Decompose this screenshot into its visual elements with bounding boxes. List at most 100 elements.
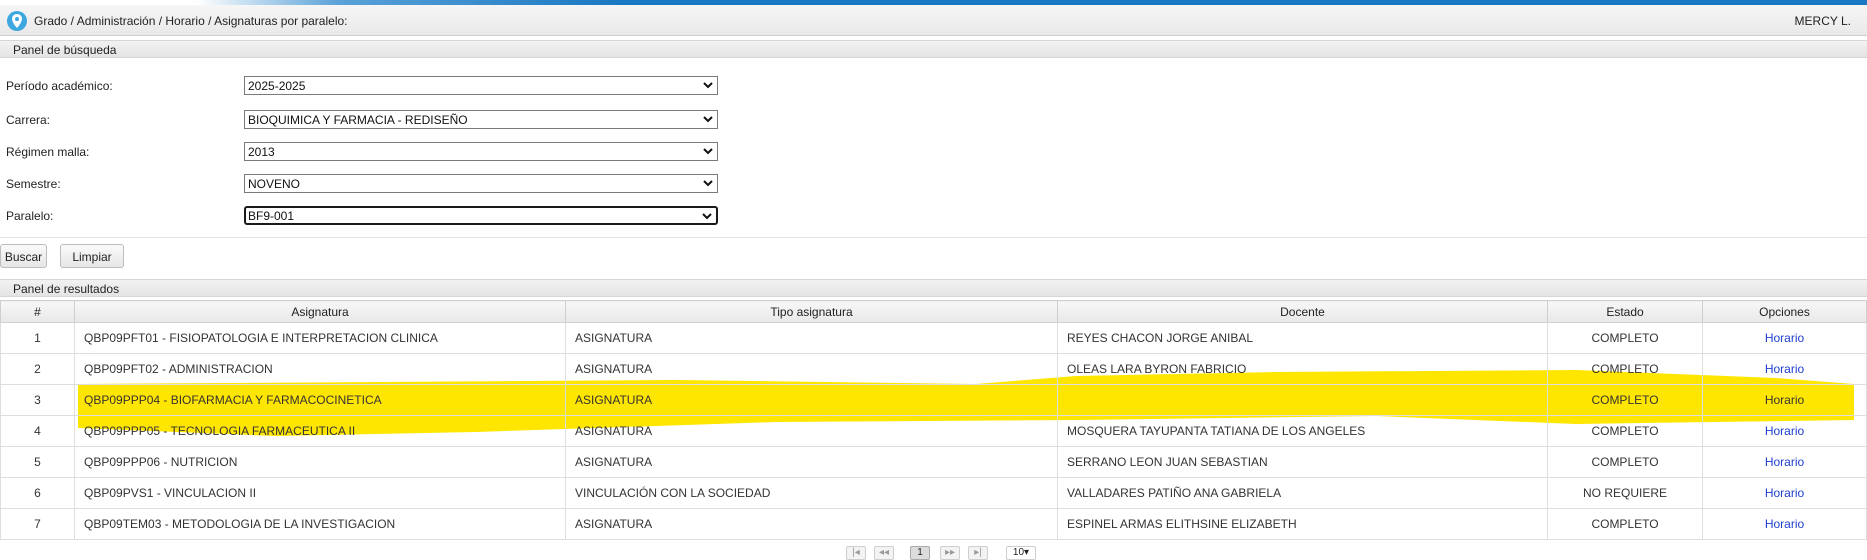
- asignatura-cell: QBP09PPP06 - NUTRICION: [74, 446, 566, 478]
- periodo-select[interactable]: 2025-2025: [244, 76, 718, 95]
- field-periodo: Período académico: 2025-2025: [0, 76, 740, 98]
- estado-cell: COMPLETO: [1547, 508, 1703, 540]
- row-number: 5: [0, 446, 75, 478]
- field-regimen: Régimen malla: 2013: [0, 142, 740, 164]
- field-label: Semestre:: [6, 177, 61, 191]
- table-header-row: # Asignatura Tipo asignatura Docente Est…: [0, 300, 1867, 323]
- select-value: 2013: [248, 145, 275, 159]
- column-header[interactable]: Docente: [1057, 300, 1548, 323]
- paralelo-select[interactable]: BF9-001: [244, 206, 718, 225]
- chevron-down-icon: [703, 82, 713, 89]
- horario-link[interactable]: Horario: [1765, 362, 1804, 376]
- horario-link[interactable]: Horario: [1765, 486, 1804, 500]
- select-value: BIOQUIMICA Y FARMACIA - REDISEÑO: [248, 113, 468, 127]
- docente-cell: SERRANO LEON JUAN SEBASTIAN: [1057, 446, 1548, 478]
- select-value: BF9-001: [248, 209, 295, 223]
- horario-link[interactable]: Horario: [1765, 517, 1804, 531]
- field-label: Período académico:: [6, 79, 113, 93]
- table-row: 3 QBP09PPP04 - BIOFARMACIA Y FARMACOCINE…: [0, 384, 1867, 416]
- estado-cell: COMPLETO: [1547, 446, 1703, 478]
- docente-cell: OLEAS LARA BYRON FABRICIO: [1057, 353, 1548, 385]
- breadcrumb: Grado / Administración / Horario / Asign…: [34, 14, 348, 28]
- breadcrumb-bar: Grado / Administración / Horario / Asign…: [0, 5, 1867, 36]
- horario-link[interactable]: Horario: [1765, 393, 1804, 407]
- semestre-select[interactable]: NOVENO: [244, 174, 718, 193]
- row-number: 2: [0, 353, 75, 385]
- chevron-down-icon: [703, 116, 713, 123]
- field-semestre: Semestre: NOVENO: [0, 174, 740, 196]
- chevron-down-icon: [703, 180, 713, 187]
- select-value: NOVENO: [248, 177, 301, 191]
- user-name[interactable]: MERCY L.: [1795, 14, 1851, 28]
- tipo-cell: ASIGNATURA: [565, 508, 1058, 540]
- prev-page-icon[interactable]: ◂◂: [874, 546, 894, 560]
- results-panel-header: Panel de resultados: [0, 279, 1867, 297]
- opciones-cell: Horario: [1702, 322, 1867, 354]
- estado-cell: COMPLETO: [1547, 384, 1703, 416]
- docente-cell: VALLADARES PATIÑO ANA GABRIELA: [1057, 477, 1548, 509]
- table-row: 1 QBP09PFT01 - FISIOPATOLOGIA E INTERPRE…: [0, 322, 1867, 354]
- opciones-cell: Horario: [1702, 508, 1867, 540]
- next-page-icon[interactable]: ▸▸: [940, 546, 960, 560]
- regimen-select[interactable]: 2013: [244, 142, 718, 161]
- field-label: Carrera:: [6, 113, 51, 127]
- tipo-cell: ASIGNATURA: [565, 353, 1058, 385]
- field-label: Régimen malla:: [6, 145, 90, 159]
- opciones-cell: Horario: [1702, 384, 1867, 416]
- search-button[interactable]: Buscar: [0, 244, 47, 268]
- column-header[interactable]: Estado: [1547, 300, 1703, 323]
- docente-cell: REYES CHACON JORGE ANIBAL: [1057, 322, 1548, 354]
- page-size-value: 10: [1012, 547, 1025, 558]
- carrera-select[interactable]: BIOQUIMICA Y FARMACIA - REDISEÑO: [244, 110, 718, 129]
- clear-button[interactable]: Limpiar: [60, 244, 124, 268]
- table-row: 7 QBP09TEM03 - METODOLOGIA DE LA INVESTI…: [0, 508, 1867, 540]
- location-pin-icon: [7, 11, 27, 31]
- docente-cell: ESPINEL ARMAS ELITHSINE ELIZABETH: [1057, 508, 1548, 540]
- estado-cell: COMPLETO: [1547, 353, 1703, 385]
- asignatura-cell: QBP09PFT02 - ADMINISTRACION: [74, 353, 566, 385]
- column-header[interactable]: Tipo asignatura: [565, 300, 1058, 323]
- asignatura-cell: QBP09TEM03 - METODOLOGIA DE LA INVESTIGA…: [74, 508, 566, 540]
- estado-cell: COMPLETO: [1547, 322, 1703, 354]
- tipo-cell: ASIGNATURA: [565, 415, 1058, 447]
- asignatura-cell: QBP09PPP05 - TECNOLOGIA FARMACEUTICA II: [74, 415, 566, 447]
- current-page-button[interactable]: 1: [910, 546, 930, 560]
- table-row: 2 QBP09PFT02 - ADMINISTRACION ASIGNATURA…: [0, 353, 1867, 385]
- select-value: 2025-2025: [248, 79, 306, 93]
- chevron-down-icon: [703, 148, 713, 155]
- search-panel-header: Panel de búsqueda: [0, 40, 1867, 58]
- estado-cell: NO REQUIERE: [1547, 477, 1703, 509]
- page-size-select[interactable]: 10▾: [1006, 546, 1036, 560]
- opciones-cell: Horario: [1702, 415, 1867, 447]
- horario-link[interactable]: Horario: [1765, 424, 1804, 438]
- horario-link[interactable]: Horario: [1765, 455, 1804, 469]
- tipo-cell: ASIGNATURA: [565, 384, 1058, 416]
- field-carrera: Carrera: BIOQUIMICA Y FARMACIA - REDISEÑ…: [0, 110, 740, 132]
- row-number: 1: [0, 322, 75, 354]
- tipo-cell: ASIGNATURA: [565, 446, 1058, 478]
- results-table: # Asignatura Tipo asignatura Docente Est…: [0, 300, 1867, 540]
- asignatura-cell: QBP09PVS1 - VINCULACION II: [74, 477, 566, 509]
- last-page-icon[interactable]: ▸|: [968, 546, 988, 560]
- field-paralelo: Paralelo: BF9-001: [0, 206, 740, 228]
- asignatura-cell: QBP09PFT01 - FISIOPATOLOGIA E INTERPRETA…: [74, 322, 566, 354]
- table-row: 5 QBP09PPP06 - NUTRICION ASIGNATURA SERR…: [0, 446, 1867, 478]
- docente-cell: MOSQUERA TAYUPANTA TATIANA DE LOS ANGELE…: [1057, 415, 1548, 447]
- horario-link[interactable]: Horario: [1765, 331, 1804, 345]
- row-number: 6: [0, 477, 75, 509]
- row-number: 4: [0, 415, 75, 447]
- column-header[interactable]: #: [0, 300, 75, 323]
- table-row: 4 QBP09PPP05 - TECNOLOGIA FARMACEUTICA I…: [0, 415, 1867, 447]
- opciones-cell: Horario: [1702, 446, 1867, 478]
- first-page-icon[interactable]: |◂: [846, 546, 866, 560]
- asignatura-cell: QBP09PPP04 - BIOFARMACIA Y FARMACOCINETI…: [74, 384, 566, 416]
- column-header[interactable]: Asignatura: [74, 300, 566, 323]
- tipo-cell: ASIGNATURA: [565, 322, 1058, 354]
- chevron-down-icon: [702, 213, 712, 220]
- tipo-cell: VINCULACIÓN CON LA SOCIEDAD: [565, 477, 1058, 509]
- table-row: 6 QBP09PVS1 - VINCULACION II VINCULACIÓN…: [0, 477, 1867, 509]
- estado-cell: COMPLETO: [1547, 415, 1703, 447]
- opciones-cell: Horario: [1702, 477, 1867, 509]
- row-number: 3: [0, 384, 75, 416]
- column-header[interactable]: Opciones: [1702, 300, 1867, 323]
